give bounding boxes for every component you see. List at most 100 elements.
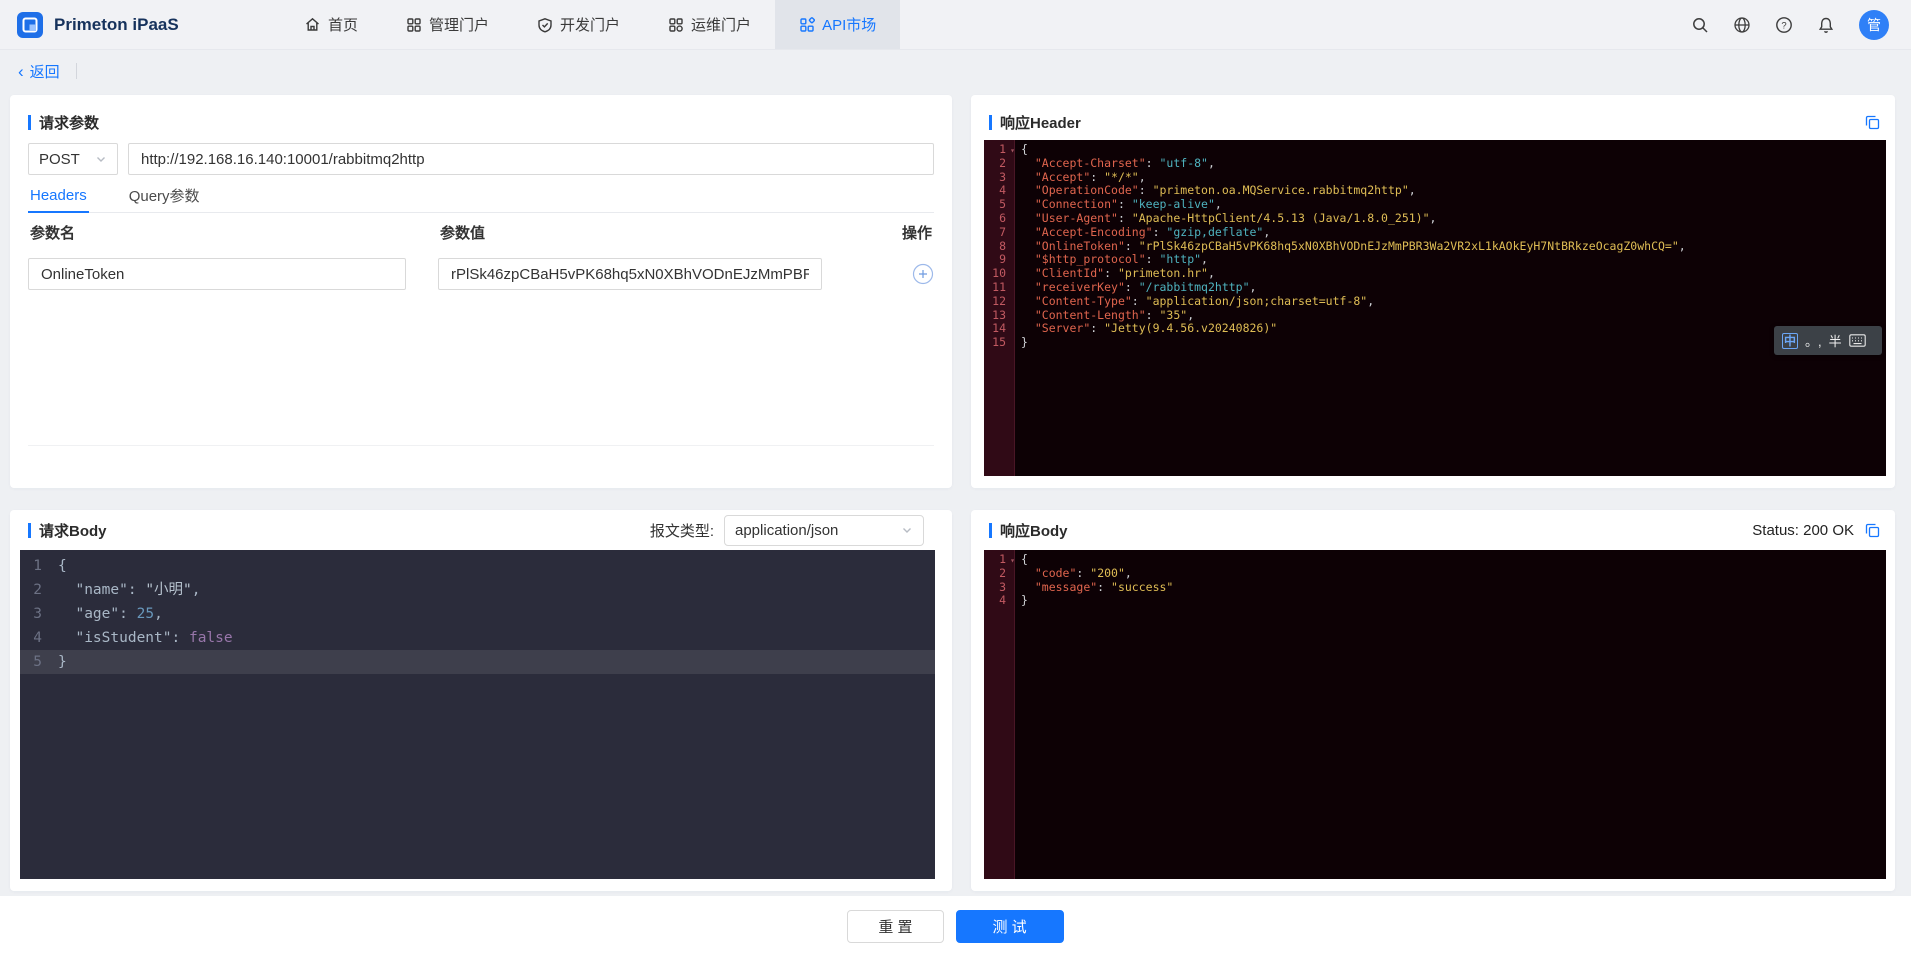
ime-toolbar[interactable]: 中 。, 半	[1774, 326, 1882, 355]
add-param-button[interactable]	[912, 263, 934, 285]
action-bar: 重 置 测 试	[0, 896, 1911, 957]
code-line: 4 "OperationCode": "primeton.oa.MQServic…	[984, 184, 1886, 198]
panel-title: 请求参数	[28, 112, 99, 133]
avatar-text: 管	[1867, 15, 1881, 35]
request-tabs: Headers Query参数	[28, 179, 934, 213]
copy-icon[interactable]	[1864, 522, 1881, 539]
nav-item-api-market[interactable]: API市场	[775, 0, 900, 49]
code-line: 3 "message": "success"	[984, 581, 1886, 595]
request-body-head: 请求Body 报文类型: application/json	[28, 515, 938, 545]
vertical-divider	[76, 63, 77, 79]
ime-language-indicator: 中	[1782, 333, 1798, 349]
code-line: 9 "$http_protocol": "http",	[984, 253, 1886, 267]
col-operation: 操作	[878, 222, 934, 243]
response-body-editor[interactable]: 1▾{2 "code": "200",3 "message": "success…	[984, 550, 1886, 879]
globe-icon[interactable]	[1733, 16, 1751, 34]
title-accent-bar	[28, 115, 31, 130]
response-body-panel: 响应Body Status: 200 OK 1▾{2 "code": "200"…	[971, 510, 1895, 891]
request-params-panel: 请求参数 POST Headers Query参数 参数名 参数值 操作	[10, 95, 952, 488]
panel-title-text: 请求参数	[39, 112, 99, 133]
param-value-input[interactable]	[438, 258, 822, 290]
method-select[interactable]: POST	[28, 143, 118, 175]
app-logo-icon	[16, 11, 44, 39]
code-line: 1{	[20, 554, 935, 578]
search-icon[interactable]	[1691, 16, 1709, 34]
code-line: 1▾{	[984, 553, 1886, 567]
tab-query-params[interactable]: Query参数	[127, 179, 202, 213]
ime-punctuation-mode: 。,	[1805, 331, 1822, 350]
status-group: Status: 200 OK	[1752, 522, 1881, 539]
test-button[interactable]: 测 试	[956, 910, 1064, 943]
back-link[interactable]: ‹ 返回	[18, 61, 60, 82]
tab-headers[interactable]: Headers	[28, 179, 89, 213]
chevron-left-icon: ‹	[18, 63, 24, 80]
code-line: 4}	[984, 594, 1886, 608]
panel-title-text: 响应Header	[1000, 112, 1081, 133]
code-line: 15}	[984, 336, 1886, 350]
code-line: 7 "Accept-Encoding": "gzip,deflate",	[984, 226, 1886, 240]
response-header-editor[interactable]: 1▾{2 "Accept-Charset": "utf-8",3 "Accept…	[984, 140, 1886, 476]
url-input[interactable]	[128, 143, 934, 175]
param-op-cell	[878, 263, 934, 285]
request-body-editor[interactable]: 1{2 "name": "小明",3 "age": 25,4 "isStuden…	[20, 550, 935, 879]
col-param-name: 参数名	[28, 222, 438, 243]
content-type-value: application/json	[735, 522, 838, 539]
nav-item-label: API市场	[822, 14, 876, 35]
title-accent-bar	[989, 523, 992, 538]
title-accent-bar	[989, 115, 992, 130]
nav-item-label: 运维门户	[691, 14, 751, 35]
code-line: 10 "ClientId": "primeton.hr",	[984, 267, 1886, 281]
code-line: 11 "receiverKey": "/rabbitmq2http",	[984, 281, 1886, 295]
code-line: 1▾{	[984, 143, 1886, 157]
back-link-label: 返回	[30, 61, 60, 82]
code-line: 12 "Content-Type": "application/json;cha…	[984, 295, 1886, 309]
grid-icon	[668, 17, 684, 33]
code-line: 3 "age": 25,	[20, 602, 935, 626]
params-table-header: 参数名 参数值 操作	[28, 213, 934, 251]
copy-icon[interactable]	[1864, 114, 1881, 131]
content-type-select[interactable]: application/json	[724, 515, 924, 546]
keyboard-icon	[1849, 334, 1866, 347]
col-param-value: 参数值	[438, 222, 878, 243]
nav-item-home[interactable]: 首页	[280, 0, 382, 49]
bell-icon[interactable]	[1817, 16, 1835, 34]
help-icon[interactable]: ?	[1775, 16, 1793, 34]
code-line: 2 "code": "200",	[984, 567, 1886, 581]
brand-name: Primeton iPaaS	[54, 15, 179, 35]
method-select-value: POST	[39, 151, 80, 168]
nav-item-ops-portal[interactable]: 运维门户	[644, 0, 775, 49]
code-line: 6 "User-Agent": "Apache-HttpClient/4.5.1…	[984, 212, 1886, 226]
content-type-label: 报文类型:	[650, 520, 714, 541]
content-type-group: 报文类型: application/json	[650, 515, 924, 546]
params-table: 参数名 参数值 操作	[28, 213, 934, 297]
nav-item-dev-portal[interactable]: 开发门户	[513, 0, 644, 49]
avatar[interactable]: 管	[1859, 10, 1889, 40]
panel-title: 响应Body	[989, 520, 1068, 541]
panel-title-text: 响应Body	[1000, 520, 1068, 541]
status-badge: Status: 200 OK	[1752, 522, 1854, 539]
nav-item-admin-portal[interactable]: 管理门户	[382, 0, 513, 49]
param-row	[28, 251, 934, 297]
svg-text:?: ?	[1781, 20, 1786, 31]
param-name-input[interactable]	[28, 258, 406, 290]
navbar-actions: ? 管	[1691, 10, 1911, 40]
grid-icon	[406, 17, 422, 33]
code-line: 14 "Server": "Jetty(9.4.56.v20240826)"	[984, 322, 1886, 336]
response-body-head: 响应Body Status: 200 OK	[989, 515, 1881, 545]
request-url-row: POST	[28, 143, 934, 175]
code-line: 2 "name": "小明",	[20, 578, 935, 602]
request-body-panel: 请求Body 报文类型: application/json 1{2 "name"…	[10, 510, 952, 891]
home-icon	[304, 16, 321, 33]
panel-title: 请求Body	[28, 520, 107, 541]
code-line: 13 "Content-Length": "35",	[984, 309, 1886, 323]
chevron-down-icon	[901, 524, 913, 536]
title-accent-bar	[28, 523, 31, 538]
apps-icon	[799, 17, 815, 33]
param-value-cell	[438, 258, 878, 290]
panel-title-text: 请求Body	[39, 520, 107, 541]
chevron-down-icon	[95, 153, 107, 165]
nav-item-label: 开发门户	[560, 14, 620, 35]
nav-item-label: 首页	[328, 14, 358, 35]
brand: Primeton iPaaS	[0, 11, 250, 39]
reset-button[interactable]: 重 置	[847, 910, 943, 943]
